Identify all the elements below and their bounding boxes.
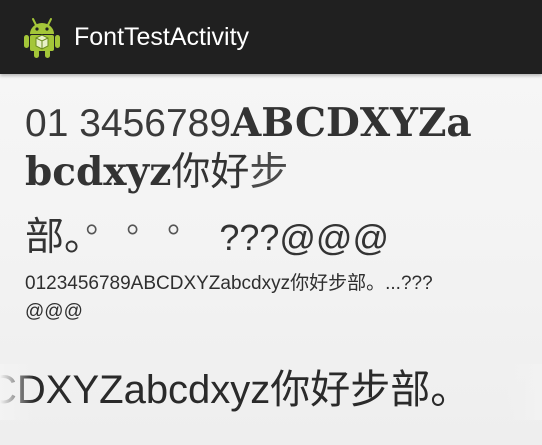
large-text-line-1: 01 3456789ABCDXYZa bbox=[25, 99, 525, 148]
large-serif-caps: ABCDXYZa bbox=[231, 100, 472, 146]
marquee-text: CDXYZabcdxyz你好步部。 bbox=[0, 368, 471, 412]
app-title: FontTestActivity bbox=[74, 23, 250, 51]
content-area: 01 3456789ABCDXYZa bcdxyz你好步 部。。 。 。 ???@… bbox=[0, 74, 542, 445]
large-font-test-text: 01 3456789ABCDXYZa bcdxyz你好步 部。。 。 。 ???@… bbox=[25, 99, 525, 262]
large-cjk-end: 部。 bbox=[25, 215, 84, 260]
marquee-fade-right bbox=[506, 364, 542, 420]
small-font-test-text: 0123456789ABCDXYZabcdxyz你好步部。...???@@@ bbox=[25, 273, 433, 322]
large-ideographic-dots: 。 。 。 bbox=[85, 203, 200, 239]
marquee-text-row[interactable]: CDXYZabcdxyz你好步部。 bbox=[0, 364, 542, 420]
action-bar: FontTestActivity bbox=[0, 0, 542, 74]
large-text-line-3: 部。。 。 。 ???@@@ bbox=[25, 197, 525, 262]
large-serif-lower: bcdxyz bbox=[25, 149, 172, 195]
marquee-fade-left bbox=[0, 364, 34, 420]
large-cjk: 你好 bbox=[171, 150, 250, 195]
large-digits: 01 3456789 bbox=[25, 102, 232, 145]
android-robot-icon[interactable] bbox=[22, 15, 62, 59]
large-symbols: ???@@@ bbox=[219, 217, 390, 258]
large-text-line-2: bcdxyz你好步 bbox=[25, 148, 525, 197]
large-cjk-light: 步 bbox=[249, 151, 289, 194]
